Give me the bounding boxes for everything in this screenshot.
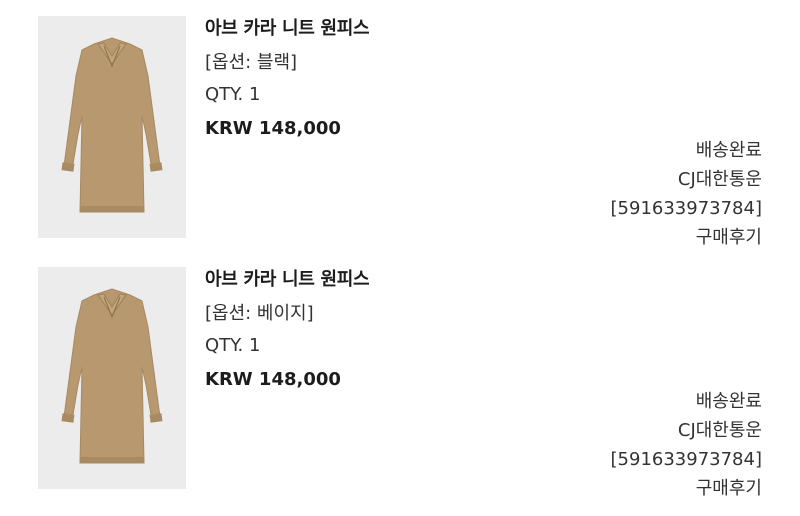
product-quantity: QTY. 1 xyxy=(205,84,261,105)
product-title[interactable]: 아브 카라 니트 원피스 xyxy=(205,14,370,40)
product-option: [옵션: 블랙] xyxy=(205,52,298,73)
product-price: KRW 148,000 xyxy=(205,369,341,390)
delivery-status: 배송완료 xyxy=(695,391,762,412)
tracking-number-link[interactable]: [591633973784] xyxy=(611,445,762,474)
product-thumbnail[interactable] xyxy=(38,16,186,238)
order-item: 아브 카라 니트 원피스 [옵션: 블랙] QTY. 1 KRW 148,000… xyxy=(0,0,800,250)
product-option: [옵션: 베이지] xyxy=(205,303,314,324)
product-price: KRW 148,000 xyxy=(205,118,341,139)
product-title[interactable]: 아브 카라 니트 원피스 xyxy=(205,265,370,291)
delivery-info: 배송완료 CJ대한통운 [591633973784] 구매후기 xyxy=(611,136,762,252)
knit-dress-image xyxy=(61,37,163,213)
tracking-number-link[interactable]: [591633973784] xyxy=(611,194,762,223)
product-quantity: QTY. 1 xyxy=(205,335,261,356)
write-review-button[interactable]: 구매후기 xyxy=(611,223,762,252)
courier-name: CJ대한통운 xyxy=(677,420,762,441)
write-review-button[interactable]: 구매후기 xyxy=(611,474,762,503)
order-history-page: { "orders": [ { "title": "아브 카라 니트 원피스",… xyxy=(0,0,800,516)
delivery-info: 배송완료 CJ대한통운 [591633973784] 구매후기 xyxy=(611,387,762,503)
courier-name: CJ대한통운 xyxy=(677,169,762,190)
product-thumbnail[interactable] xyxy=(38,267,186,489)
delivery-status: 배송완료 xyxy=(695,140,762,161)
knit-dress-image xyxy=(61,288,163,464)
order-item: 아브 카라 니트 원피스 [옵션: 베이지] QTY. 1 KRW 148,00… xyxy=(0,251,800,501)
